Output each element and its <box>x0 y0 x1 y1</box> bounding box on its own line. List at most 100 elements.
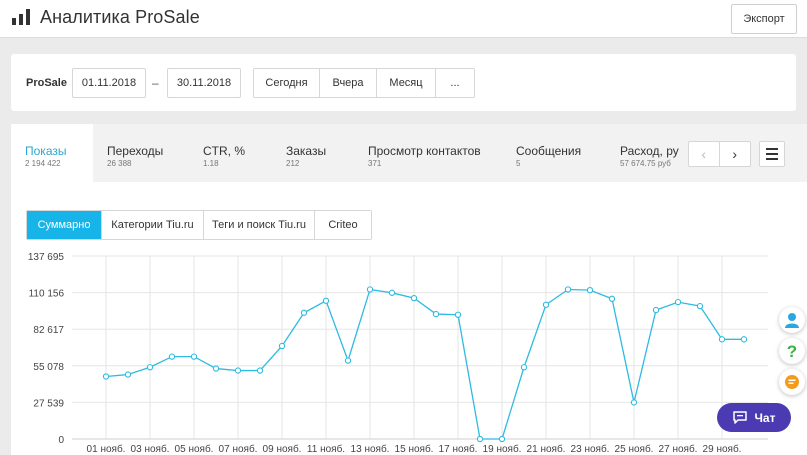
y-tick-label: 55 078 <box>33 362 64 373</box>
x-tick-label: 11 нояб. <box>307 443 345 455</box>
data-point[interactable] <box>498 435 506 443</box>
x-tick-label: 23 нояб. <box>571 443 610 455</box>
metric-label: Показы <box>25 144 67 158</box>
data-point[interactable] <box>542 301 550 308</box>
data-point[interactable] <box>674 298 682 306</box>
data-point[interactable] <box>168 353 176 360</box>
metric-value: 2 194 422 <box>25 159 61 168</box>
x-tick-label: 27 нояб. <box>659 443 698 455</box>
data-point[interactable] <box>256 367 264 374</box>
svg-text:?: ? <box>787 342 797 360</box>
data-point[interactable] <box>322 297 330 304</box>
data-point[interactable] <box>432 310 440 318</box>
data-point[interactable] <box>586 286 594 294</box>
metric-label: Просмотр контактов <box>368 144 481 158</box>
period-yesterday-button[interactable]: Вчера <box>320 69 377 97</box>
data-point[interactable] <box>564 286 572 293</box>
date-to-input[interactable]: 30.11.2018 <box>167 68 241 98</box>
metric-tab-ctr[interactable]: CTR, % 1.18 <box>189 124 272 182</box>
help-icon[interactable]: ? <box>779 338 805 364</box>
metric-tab-clicks[interactable]: Переходы 26 388 <box>93 124 189 182</box>
data-point[interactable] <box>278 342 286 350</box>
data-point[interactable] <box>344 357 352 364</box>
metric-label: CTR, % <box>203 144 245 158</box>
data-point[interactable] <box>608 295 616 302</box>
export-button[interactable]: Экспорт <box>731 4 797 34</box>
metric-nav: ‹ › <box>688 141 751 167</box>
metric-value: 1.18 <box>203 159 219 168</box>
data-point[interactable] <box>300 309 308 316</box>
y-tick-label: 137 695 <box>28 252 65 263</box>
x-tick-label: 17 нояб. <box>439 443 478 455</box>
period-today-button[interactable]: Сегодня <box>254 69 320 97</box>
x-tick-label: 07 нояб. <box>219 443 258 455</box>
period-month-button[interactable]: Месяц <box>377 69 436 97</box>
x-tick-label: 21 нояб. <box>527 443 566 455</box>
metric-tab-impressions[interactable]: Показы 2 194 422 <box>11 124 93 182</box>
metric-label: Заказы <box>286 144 327 158</box>
chat-label: Чат <box>754 410 776 425</box>
page-title: Аналитика ProSale <box>40 7 200 27</box>
data-point[interactable] <box>190 353 198 360</box>
chat-bubble-icon <box>732 411 747 424</box>
date-from-input[interactable]: 01.11.2018 <box>72 68 146 98</box>
x-tick-label: 15 нояб. <box>395 443 434 455</box>
chevron-left-icon[interactable]: ‹ <box>689 142 720 166</box>
message-icon[interactable] <box>779 369 805 395</box>
hamburger-menu-icon[interactable] <box>759 141 785 167</box>
filter-panel: ProSale 01.11.2018 – 30.11.2018 Сегодня … <box>11 54 796 111</box>
tab-criteo[interactable]: Criteo <box>315 211 371 239</box>
data-point[interactable] <box>630 399 638 406</box>
metric-label: Переходы <box>107 144 164 158</box>
metric-value: 212 <box>286 159 300 168</box>
y-tick-label: 110 156 <box>29 289 65 300</box>
user-icon[interactable] <box>779 307 805 333</box>
app-header: Аналитика ProSale Экспорт <box>0 0 807 38</box>
metric-tab-contact-views[interactable]: Просмотр контактов 371 <box>354 124 502 182</box>
tab-tiu-categories[interactable]: Категории Tiu.ru <box>102 211 204 239</box>
x-tick-label: 01 нояб. <box>87 443 126 455</box>
data-point[interactable] <box>410 294 418 302</box>
data-point[interactable] <box>740 336 748 343</box>
metric-value: 371 <box>368 159 382 168</box>
metric-tab-messages[interactable]: Сообщения 5 <box>502 124 606 182</box>
metric-tabs: Показы 2 194 422 Переходы 26 388 CTR, % … <box>11 124 807 182</box>
chart-view-tabs: Суммарно Категории Tiu.ru Теги и поиск T… <box>26 210 372 240</box>
y-tick-label: 27 539 <box>33 398 64 409</box>
series-line <box>105 288 744 440</box>
x-tick-label: 29 нояб. <box>703 443 742 455</box>
x-tick-label: 03 нояб. <box>131 443 170 455</box>
tab-tiu-tags-search[interactable]: Теги и поиск Tiu.ru <box>204 211 315 239</box>
data-point[interactable] <box>718 336 726 343</box>
data-point[interactable] <box>366 286 374 293</box>
data-point[interactable] <box>212 365 220 372</box>
x-tick-label: 13 нояб. <box>351 443 390 455</box>
data-point[interactable] <box>652 306 660 314</box>
data-point[interactable] <box>520 364 528 371</box>
x-tick-label: 19 нояб. <box>483 443 522 455</box>
y-tick-label: 0 <box>58 435 64 446</box>
data-point[interactable] <box>102 373 110 380</box>
metric-tab-orders[interactable]: Заказы 212 <box>272 124 354 182</box>
data-point[interactable] <box>146 364 154 371</box>
filter-source-label: ProSale <box>26 77 67 89</box>
metric-value: 5 <box>516 159 521 168</box>
chat-button[interactable]: Чат <box>717 403 791 432</box>
data-point[interactable] <box>696 302 704 310</box>
chevron-right-icon[interactable]: › <box>720 142 750 166</box>
x-tick-label: 05 нояб. <box>175 443 214 455</box>
period-more-button[interactable]: ... <box>436 69 474 97</box>
data-point[interactable] <box>454 311 462 318</box>
data-point[interactable] <box>124 371 132 378</box>
x-tick-label: 25 нояб. <box>615 443 654 455</box>
date-separator: – <box>152 76 159 90</box>
metric-label: Сообщения <box>516 144 582 158</box>
metric-value: 57 674.75 руб <box>620 159 671 168</box>
data-point[interactable] <box>476 435 484 443</box>
metric-tab-spend[interactable]: Расход, ру 57 674.75 руб <box>606 124 684 182</box>
y-tick-label: 82 617 <box>33 325 64 336</box>
data-point[interactable] <box>234 367 242 374</box>
data-point[interactable] <box>388 289 396 296</box>
tab-summary[interactable]: Суммарно <box>27 211 102 239</box>
impressions-line-chart: 0 27 539 55 078 82 617 110 156 137 695 01 нояб… <box>28 252 768 455</box>
